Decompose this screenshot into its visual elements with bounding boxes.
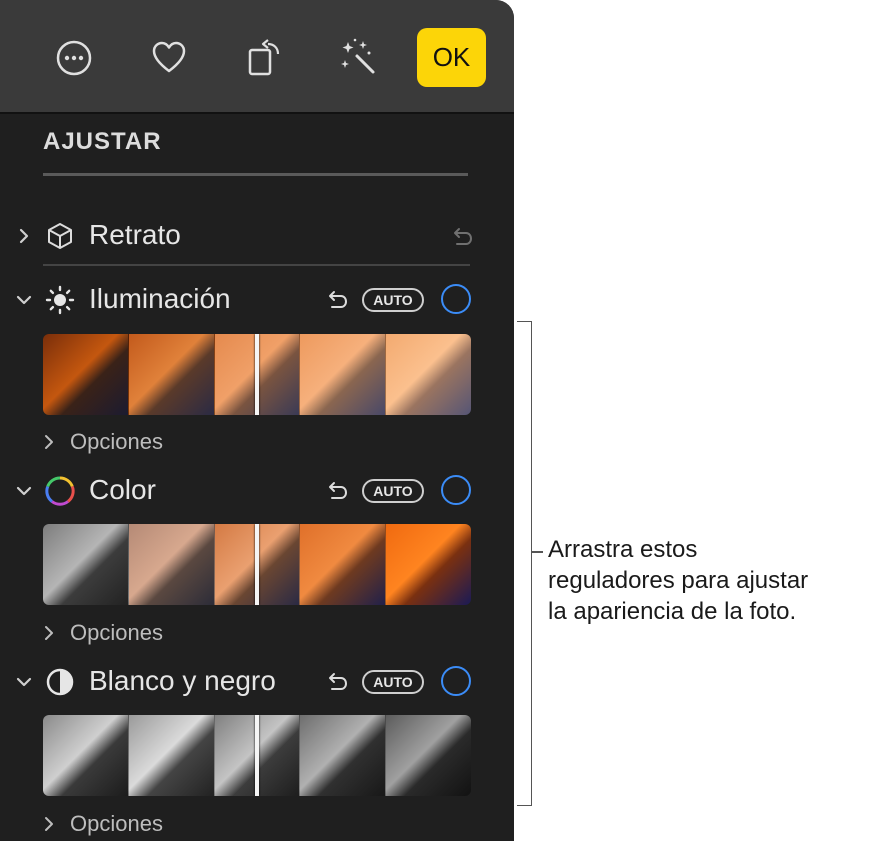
heart-icon	[152, 41, 186, 73]
chevron-down-icon[interactable]	[12, 288, 36, 312]
light-row[interactable]: Iluminación AUTO	[0, 280, 514, 320]
callout-tick	[531, 551, 543, 553]
undo-icon[interactable]	[322, 668, 350, 696]
slider-handle[interactable]	[255, 715, 259, 796]
color-options[interactable]: Opciones	[40, 620, 240, 648]
photo-thumbnail	[386, 334, 471, 415]
divider	[43, 264, 470, 266]
rotate-button[interactable]	[236, 30, 292, 86]
chevron-down-icon[interactable]	[12, 670, 36, 694]
chevron-right-icon	[45, 435, 53, 449]
color-row[interactable]: Color AUTO	[0, 471, 514, 511]
color-wheel-icon	[45, 476, 75, 506]
toolbar: OK	[0, 0, 514, 114]
ok-button[interactable]: OK	[417, 28, 486, 87]
light-label: Iluminación	[89, 283, 231, 314]
magic-wand-icon	[341, 38, 375, 74]
callout-bracket	[517, 321, 532, 806]
light-slider-strip[interactable]	[43, 334, 471, 415]
bw-row[interactable]: Blanco y negro AUTO	[0, 662, 514, 702]
options-label: Opciones	[70, 429, 163, 454]
undo-icon[interactable]	[322, 286, 350, 314]
chevron-right-icon	[45, 817, 53, 831]
photo-thumbnail	[128, 715, 215, 796]
auto-button[interactable]: AUTO	[362, 670, 424, 694]
enable-toggle[interactable]	[441, 475, 471, 505]
slider-handle[interactable]	[255, 524, 259, 605]
portrait-row[interactable]: Retrato	[0, 216, 514, 256]
auto-button[interactable]: AUTO	[362, 479, 424, 503]
more-button[interactable]	[46, 30, 102, 86]
more-icon	[56, 40, 92, 76]
title-divider	[43, 173, 468, 176]
callout-text: Arrastra estos reguladores para ajustar …	[548, 536, 809, 625]
light-options[interactable]: Opciones	[40, 429, 240, 457]
photo-thumbnail	[43, 524, 129, 605]
photo-thumbnail	[300, 334, 387, 415]
enable-toggle[interactable]	[441, 284, 471, 314]
chevron-right-icon	[45, 626, 53, 640]
photo-thumbnail	[43, 715, 129, 796]
photo-thumbnail	[386, 524, 471, 605]
undo-icon[interactable]	[448, 224, 474, 250]
photo-thumbnail	[128, 524, 215, 605]
sun-icon	[45, 285, 75, 315]
options-label: Opciones	[70, 620, 163, 645]
auto-button[interactable]: AUTO	[362, 288, 424, 312]
photo-thumbnail	[386, 715, 471, 796]
bw-slider-strip[interactable]	[43, 715, 471, 796]
slider-handle[interactable]	[255, 334, 259, 415]
photo-thumbnail	[128, 334, 215, 415]
photo-thumbnail	[300, 715, 387, 796]
portrait-label: Retrato	[89, 219, 181, 250]
color-label: Color	[89, 474, 156, 505]
options-label: Opciones	[70, 811, 163, 836]
bw-label: Blanco y negro	[89, 665, 276, 696]
chevron-right-icon[interactable]	[12, 224, 36, 248]
enhance-button[interactable]	[331, 30, 387, 86]
undo-icon[interactable]	[322, 477, 350, 505]
section-title: AJUSTAR	[43, 128, 162, 155]
cube-icon	[48, 223, 72, 249]
bw-options[interactable]: Opciones	[40, 811, 240, 839]
photo-thumbnail	[43, 334, 129, 415]
enable-toggle[interactable]	[441, 666, 471, 696]
chevron-down-icon[interactable]	[12, 479, 36, 503]
half-circle-icon	[46, 668, 74, 696]
photo-thumbnail	[300, 524, 387, 605]
rotate-icon	[248, 39, 280, 76]
color-slider-strip[interactable]	[43, 524, 471, 605]
favorite-button[interactable]	[141, 30, 197, 86]
adjust-panel: OK AJUSTAR Retrato Iluminación AUTO Opci…	[0, 0, 514, 841]
